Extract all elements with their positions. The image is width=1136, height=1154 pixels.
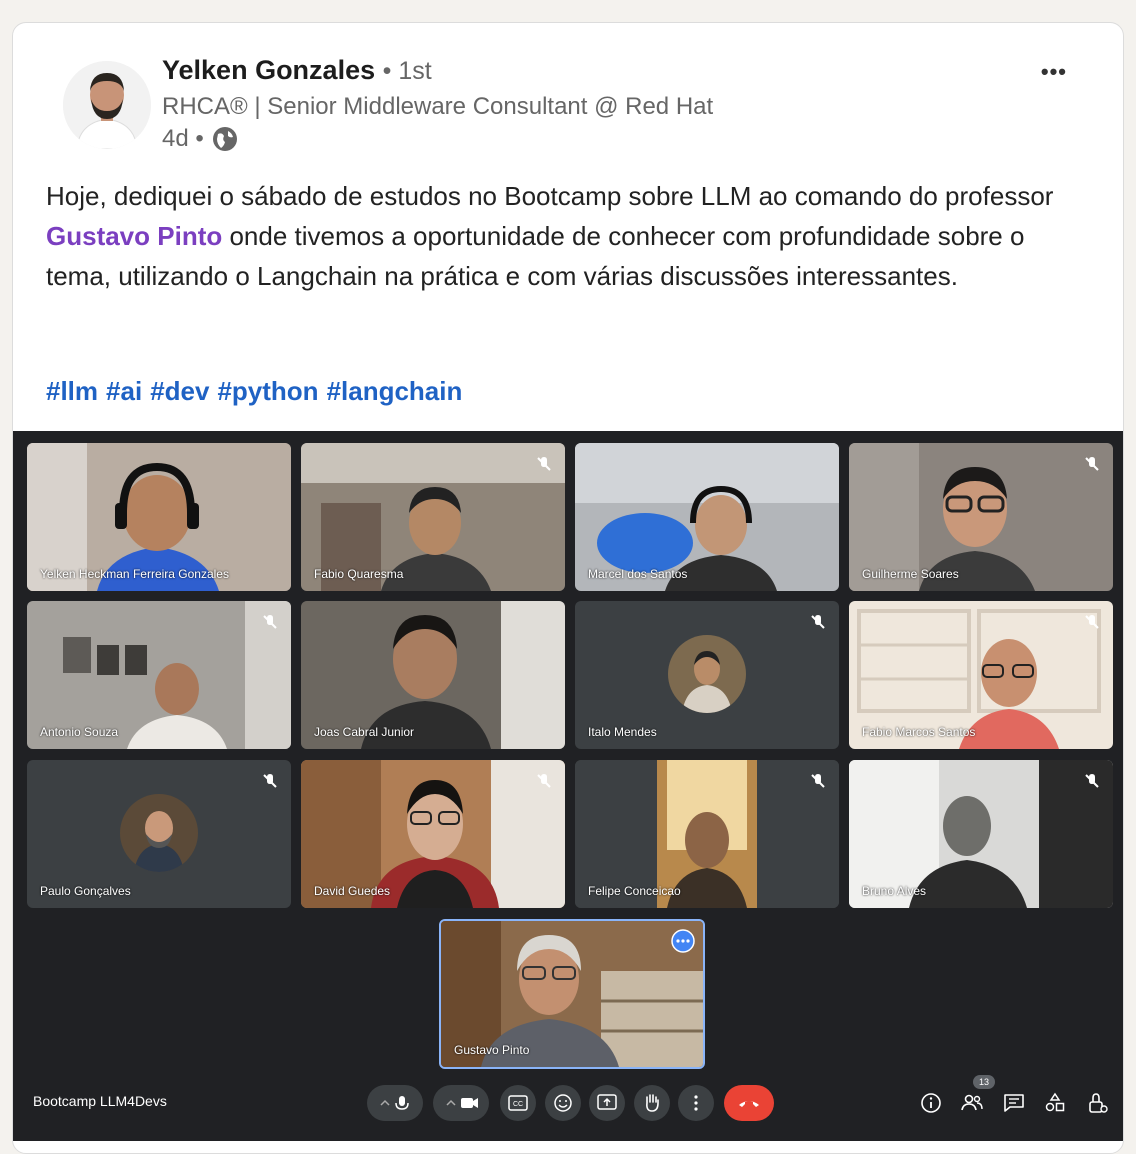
people-icon[interactable] bbox=[960, 1091, 984, 1115]
participant-tile: Bruno Alves bbox=[849, 760, 1113, 908]
emoji-button[interactable] bbox=[545, 1085, 581, 1121]
participant-name: Paulo Gonçalves bbox=[40, 884, 131, 898]
meeting-title: Bootcamp LLM4Devs bbox=[33, 1093, 167, 1109]
info-icon[interactable] bbox=[919, 1091, 943, 1115]
participant-name: Fabio Marcos Santos bbox=[862, 725, 976, 739]
post-body: Hoje, dediquei o sábado de estudos no Bo… bbox=[46, 176, 1066, 296]
raise-hand-button[interactable] bbox=[634, 1085, 670, 1121]
participant-tile: Italo Mendes bbox=[575, 601, 839, 749]
captions-button[interactable]: CC bbox=[500, 1085, 536, 1121]
post-meta: 4d • bbox=[162, 125, 238, 153]
hashtag-link[interactable]: #python bbox=[217, 376, 318, 407]
participant-name: Italo Mendes bbox=[588, 725, 657, 739]
participant-name: Felipe Conceicao bbox=[588, 884, 681, 898]
participant-name: Marcel dos Santos bbox=[588, 567, 688, 581]
mic-off-icon bbox=[263, 615, 277, 629]
mic-off-icon bbox=[537, 457, 551, 471]
participant-name: Joas Cabral Junior bbox=[314, 725, 415, 739]
author-name[interactable]: Yelken Gonzales • 1st bbox=[162, 55, 432, 86]
globe-icon bbox=[212, 126, 238, 152]
participant-tile: Guilherme Soares bbox=[849, 443, 1113, 591]
participant-tile: Fabio Marcos Santos bbox=[849, 601, 1113, 749]
participant-tile: Joas Cabral Junior bbox=[301, 601, 565, 749]
participant-name: David Guedes bbox=[314, 884, 391, 898]
presenter-tile: Gustavo Pinto bbox=[439, 919, 705, 1069]
hashtag-link[interactable]: #ai bbox=[106, 376, 142, 407]
author-name-text[interactable]: Yelken Gonzales bbox=[162, 55, 375, 85]
participant-tile: Antonio Souza bbox=[27, 601, 291, 749]
participant-avatar bbox=[668, 635, 746, 713]
participant-count-badge: 13 bbox=[973, 1075, 995, 1089]
present-button[interactable] bbox=[589, 1085, 625, 1121]
presenter-name: Gustavo Pinto bbox=[454, 1043, 530, 1057]
author-headline: RHCA® | Senior Middleware Consultant @ R… bbox=[162, 93, 714, 120]
mic-off-icon bbox=[1085, 615, 1099, 629]
mic-off-icon bbox=[537, 774, 551, 788]
participant-tile: David Guedes bbox=[301, 760, 565, 908]
post-text-part1: Hoje, dediquei o sábado de estudos no Bo… bbox=[46, 181, 1054, 211]
participant-name: Fabio Quaresma bbox=[314, 567, 404, 581]
mic-off-icon bbox=[811, 615, 825, 629]
svg-text:CC: CC bbox=[513, 1101, 523, 1108]
participant-name: Yelken Heckman Ferreira Gonzales bbox=[40, 567, 229, 581]
mic-off-icon bbox=[1085, 457, 1099, 471]
participant-name: Antonio Souza bbox=[40, 725, 119, 739]
hashtag-link[interactable]: #dev bbox=[150, 376, 209, 407]
meeting-screenshot[interactable]: Yelken Heckman Ferreira Gonzales Fabio Q… bbox=[13, 431, 1123, 1141]
participant-tile: Fabio Quaresma bbox=[301, 443, 565, 591]
mic-button[interactable] bbox=[367, 1085, 423, 1121]
participant-tile: Felipe Conceicao bbox=[575, 760, 839, 908]
mic-off-icon bbox=[263, 774, 277, 788]
activities-icon[interactable] bbox=[1043, 1091, 1067, 1115]
hang-up-button[interactable] bbox=[724, 1085, 774, 1121]
more-options-icon[interactable] bbox=[671, 929, 695, 953]
participant-tile: Yelken Heckman Ferreira Gonzales bbox=[27, 443, 291, 591]
mic-off-icon bbox=[1085, 774, 1099, 788]
more-options-button[interactable]: ••• bbox=[1041, 59, 1067, 85]
camera-button[interactable] bbox=[433, 1085, 489, 1121]
mic-off-icon bbox=[811, 774, 825, 788]
post-time: 4d • bbox=[162, 125, 204, 152]
host-controls-icon[interactable] bbox=[1085, 1091, 1109, 1115]
participant-name: Guilherme Soares bbox=[862, 567, 959, 581]
hashtag-list: #llm #ai #dev #python #langchain bbox=[46, 376, 462, 407]
participant-avatar bbox=[120, 794, 198, 872]
chat-icon[interactable] bbox=[1002, 1091, 1026, 1115]
participant-tile: Marcel dos Santos bbox=[575, 443, 839, 591]
hashtag-link[interactable]: #llm bbox=[46, 376, 98, 407]
participant-tile: Paulo Gonçalves bbox=[27, 760, 291, 908]
author-avatar[interactable] bbox=[63, 61, 151, 149]
more-options-button[interactable] bbox=[678, 1085, 714, 1121]
hashtag-link[interactable]: #langchain bbox=[327, 376, 463, 407]
post-card: Yelken Gonzales • 1st RHCA® | Senior Mid… bbox=[12, 22, 1124, 1154]
mention-link[interactable]: Gustavo Pinto bbox=[46, 221, 222, 251]
connection-degree: • 1st bbox=[382, 57, 432, 85]
participant-name: Bruno Alves bbox=[862, 884, 927, 898]
